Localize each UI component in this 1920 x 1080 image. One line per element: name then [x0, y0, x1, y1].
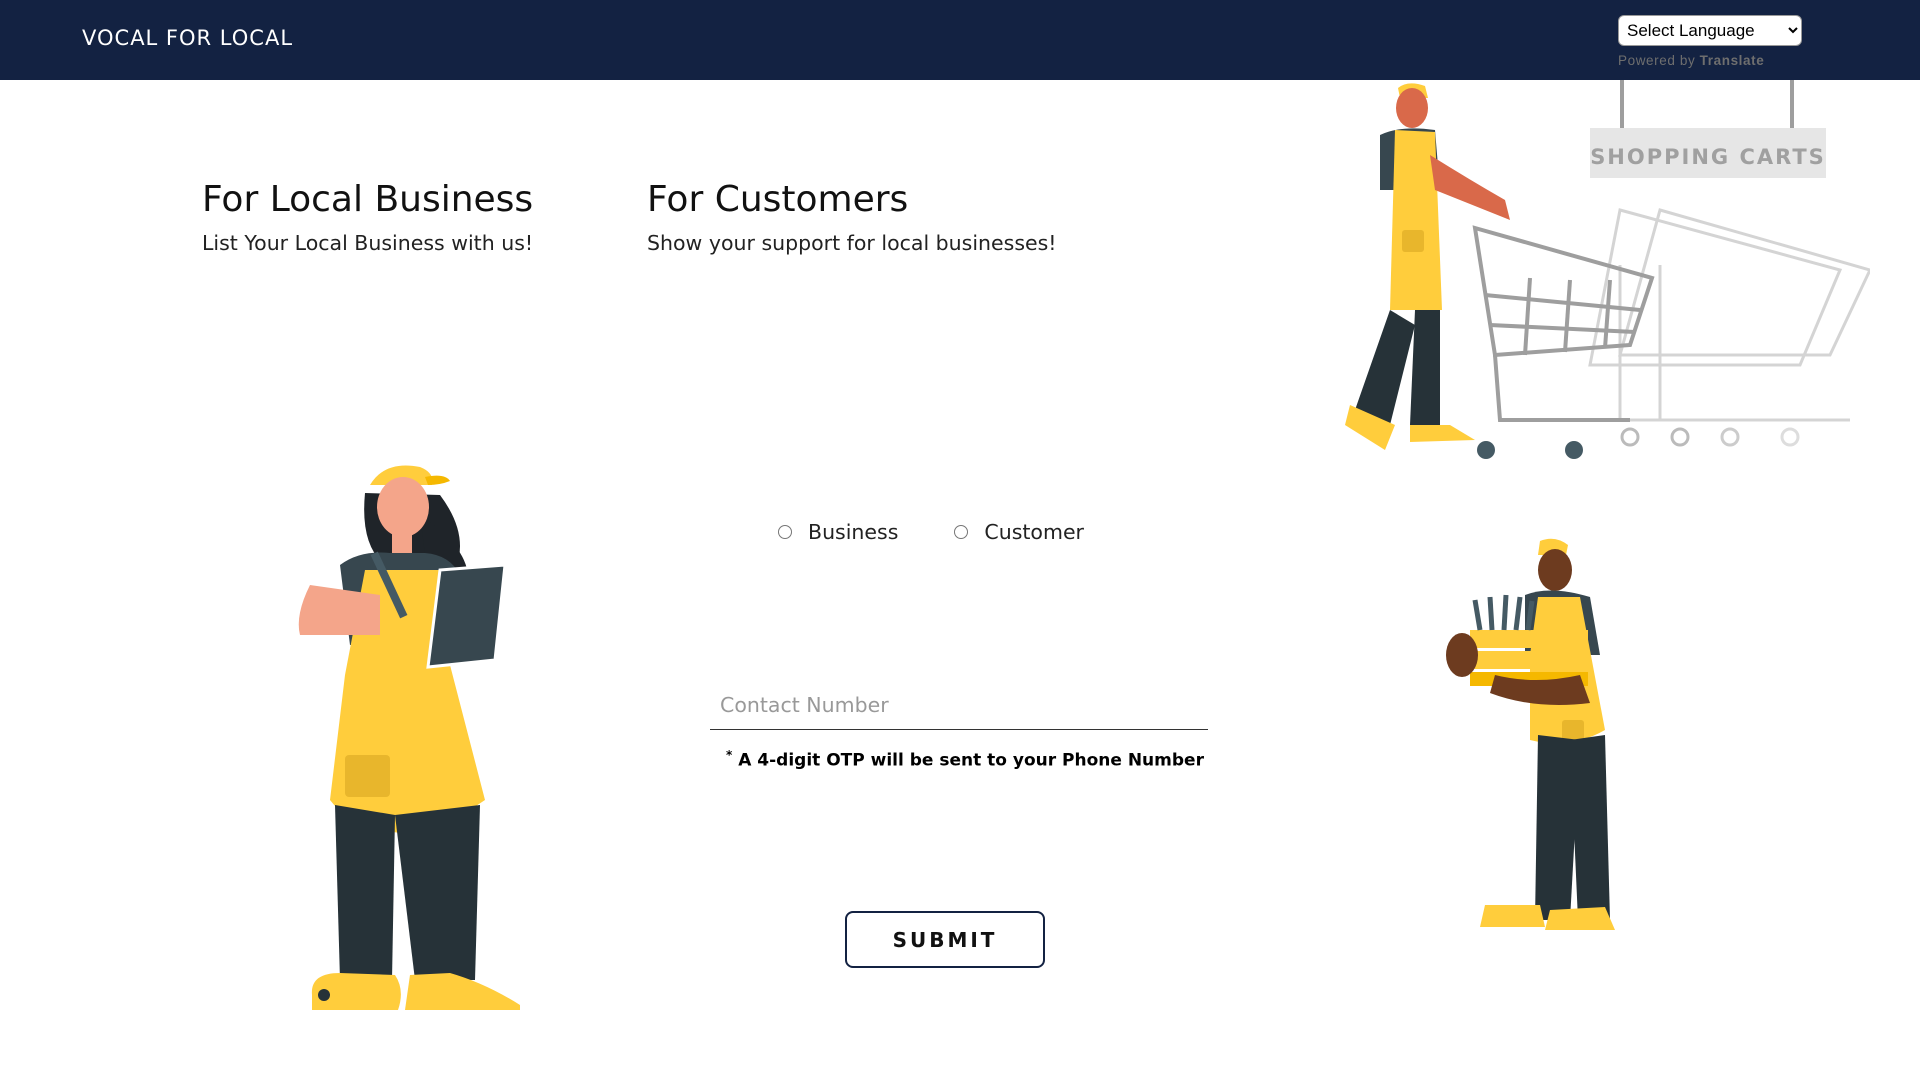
- shopping-carts-sign: SHOPPING CARTS: [1590, 145, 1826, 169]
- woman-with-notepad-illustration: [298, 465, 520, 1010]
- customers-section-subtitle: Show your support for local businesses!: [647, 231, 1057, 255]
- customer-radio[interactable]: [954, 525, 969, 539]
- otp-note: * A 4-digit OTP will be sent to your Pho…: [726, 748, 1204, 771]
- powered-by-label: Powered by: [1618, 53, 1696, 68]
- submit-button[interactable]: SUBMIT: [845, 911, 1045, 968]
- language-select[interactable]: Select Language: [1618, 15, 1802, 46]
- customers-section-title: For Customers: [647, 179, 909, 220]
- business-section-title: For Local Business: [202, 179, 534, 220]
- translate-link[interactable]: Translate: [1700, 53, 1765, 68]
- role-option-customer[interactable]: Customer: [954, 520, 1084, 544]
- role-option-business[interactable]: Business: [778, 520, 898, 544]
- otp-note-text: A 4-digit OTP will be sent to your Phone…: [738, 750, 1204, 771]
- customer-radio-label: Customer: [984, 520, 1084, 544]
- man-holding-crate-illustration: [1446, 538, 1615, 930]
- business-radio-label: Business: [808, 520, 899, 544]
- otp-asterisk: *: [726, 748, 733, 762]
- powered-by-translate: Powered by Translate: [1618, 53, 1764, 68]
- navbar: VOCAL FOR LOCAL Select Language Powered …: [0, 0, 1920, 80]
- contact-number-input[interactable]: [710, 680, 1208, 730]
- brand-logo-text[interactable]: VOCAL FOR LOCAL: [82, 26, 293, 50]
- man-with-shopping-cart-illustration: SHOPPING CARTS: [1345, 80, 1870, 459]
- business-radio[interactable]: [778, 525, 792, 539]
- role-radio-group: Business Customer: [778, 520, 1084, 544]
- business-section-subtitle: List Your Local Business with us!: [202, 231, 534, 255]
